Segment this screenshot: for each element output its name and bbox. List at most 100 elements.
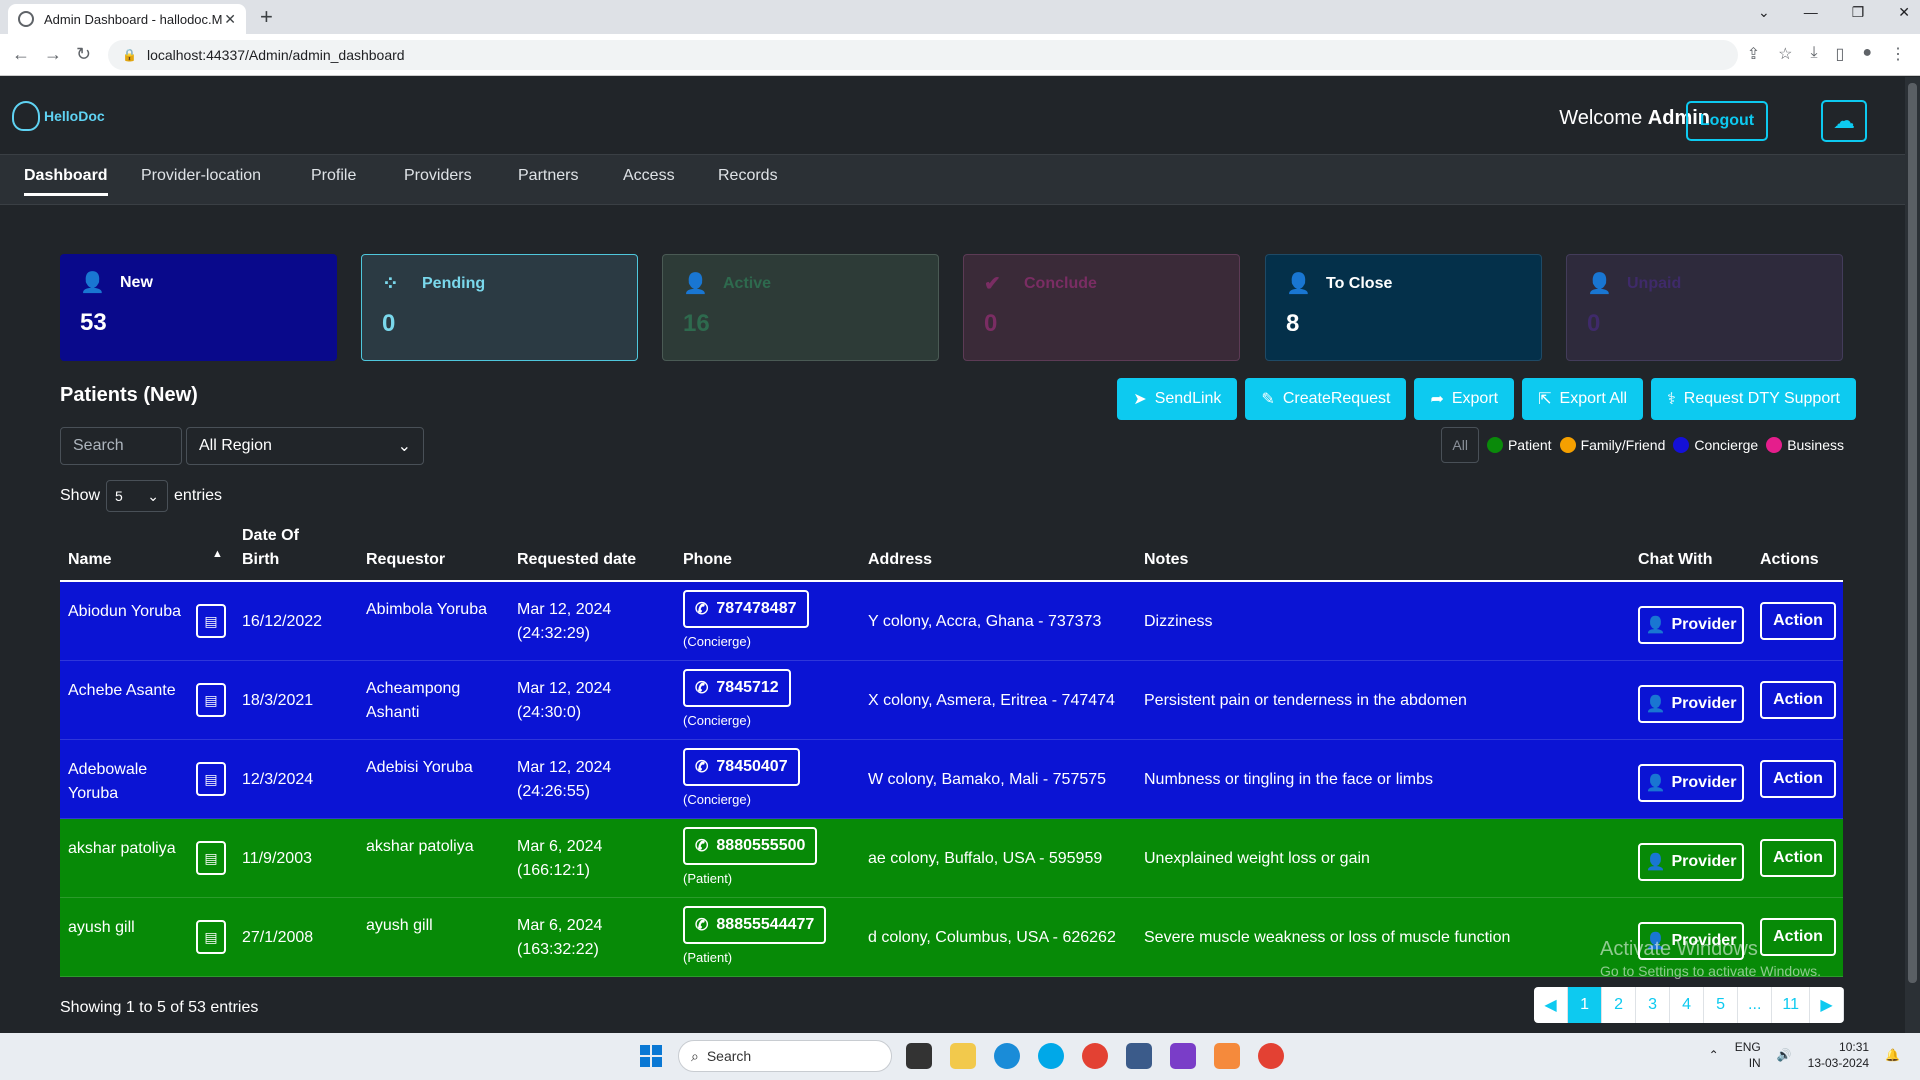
col-dob[interactable]: Date Of Birth — [242, 524, 322, 572]
export-button[interactable]: ➦ Export — [1414, 378, 1515, 420]
share-icon[interactable]: ⇪ — [1747, 44, 1760, 64]
table-row[interactable]: Abiodun Yoruba ▤ 16/12/2022 Abimbola Yor… — [60, 582, 1843, 661]
chrome-icon[interactable] — [1082, 1043, 1108, 1069]
close-window-button[interactable]: ✕ — [1898, 4, 1910, 21]
action-button[interactable]: Action — [1760, 839, 1836, 877]
phone-button[interactable]: ✆ 787478487 — [683, 590, 809, 628]
nav-access[interactable]: Access — [623, 167, 675, 185]
star-icon[interactable]: ☆ — [1778, 44, 1792, 64]
lock-icon[interactable]: 🔒 — [122, 48, 137, 62]
document-button[interactable]: ▤ — [196, 841, 226, 875]
page-5[interactable]: 5 — [1704, 987, 1739, 1023]
pgadmin-icon[interactable] — [1126, 1043, 1152, 1069]
action-button[interactable]: Action — [1760, 760, 1836, 798]
chat-provider-button[interactable]: 👤 Provider — [1638, 606, 1744, 644]
media-player-icon[interactable] — [1214, 1043, 1240, 1069]
tab-list-icon[interactable]: ⌄ — [1758, 4, 1770, 21]
table-row[interactable]: Adebowale Yoruba ▤ 12/3/2024 Adebisi Yor… — [60, 740, 1843, 819]
phone-button[interactable]: ✆ 88855544477 — [683, 906, 827, 944]
nav-profile[interactable]: Profile — [311, 167, 356, 185]
create-request-button[interactable]: ✎ CreateRequest — [1245, 378, 1407, 420]
new-tab-button[interactable]: + — [260, 4, 273, 30]
chat-provider-button[interactable]: 👤 Provider — [1638, 764, 1744, 802]
send-link-button[interactable]: ➤ SendLink — [1117, 378, 1238, 420]
page-2[interactable]: 2 — [1602, 987, 1637, 1023]
document-button[interactable]: ▤ — [196, 683, 226, 717]
filter-patient[interactable]: Patient — [1486, 437, 1552, 453]
page-11[interactable]: 11 — [1772, 987, 1810, 1023]
phone-button[interactable]: ✆ 78450407 — [683, 748, 800, 786]
status-card-unpaid[interactable]: 👤 Unpaid 0 — [1566, 254, 1843, 361]
prev-page-button[interactable]: ◀ — [1534, 987, 1569, 1023]
profile-icon[interactable]: ● — [1862, 44, 1872, 64]
status-card-active[interactable]: 👤 Active 16 — [662, 254, 939, 361]
col-name[interactable]: Name — [68, 548, 112, 572]
back-icon[interactable]: ← — [12, 44, 30, 65]
start-button[interactable] — [640, 1045, 662, 1067]
col-requested-date[interactable]: Requested date — [517, 548, 636, 572]
table-row[interactable]: ayush gill ▤ 27/1/2008 ayush gill Mar 6,… — [60, 898, 1843, 977]
forward-icon[interactable]: → — [44, 44, 62, 65]
filter-business[interactable]: Business — [1766, 437, 1844, 453]
next-page-button[interactable]: ▶ — [1810, 987, 1844, 1023]
table-row[interactable]: akshar patoliya ▤ 11/9/2003 akshar patol… — [60, 819, 1843, 898]
col-address[interactable]: Address — [868, 548, 932, 572]
restore-button[interactable]: ❐ — [1852, 4, 1865, 21]
network-volume-icon[interactable]: 🔊 — [1777, 1048, 1792, 1062]
theme-toggle-button[interactable]: ☁ — [1821, 100, 1867, 142]
sidebar-icon[interactable]: ▯ — [1836, 44, 1845, 64]
document-button[interactable]: ▤ — [196, 920, 226, 954]
filter-all-button[interactable]: All — [1441, 427, 1479, 463]
clock[interactable]: 10:31 13-03-2024 — [1808, 1039, 1869, 1071]
filter-concierge[interactable]: Concierge — [1673, 437, 1758, 453]
reload-icon[interactable]: ↻ — [76, 44, 91, 65]
logout-button[interactable]: Logout — [1686, 101, 1768, 141]
request-dty-support-button[interactable]: ⚕ Request DTY Support — [1651, 378, 1856, 420]
menu-icon[interactable]: ⋮ — [1890, 44, 1906, 64]
file-explorer-icon[interactable] — [950, 1043, 976, 1069]
document-button[interactable]: ▤ — [196, 604, 226, 638]
nav-partners[interactable]: Partners — [518, 167, 578, 185]
page-1[interactable]: 1 — [1568, 987, 1603, 1023]
close-tab-icon[interactable]: ✕ — [224, 11, 236, 28]
col-chat-with[interactable]: Chat With — [1638, 548, 1713, 572]
nav-dashboard[interactable]: Dashboard — [24, 167, 108, 196]
phone-button[interactable]: ✆ 7845712 — [683, 669, 791, 707]
action-button[interactable]: Action — [1760, 602, 1836, 640]
download-icon[interactable]: ⤓ — [1810, 44, 1817, 64]
nav-records[interactable]: Records — [718, 167, 778, 185]
search-input[interactable]: Search — [60, 427, 182, 465]
visual-studio-icon[interactable] — [1170, 1043, 1196, 1069]
status-card-pending[interactable]: ⁘ Pending 0 — [361, 254, 638, 361]
chevron-up-icon[interactable]: ⌃ — [1709, 1048, 1719, 1062]
logo[interactable]: HelloDoc — [12, 101, 105, 131]
action-button[interactable]: Action — [1760, 681, 1836, 719]
edge-icon[interactable] — [994, 1043, 1020, 1069]
nav-providers[interactable]: Providers — [404, 167, 472, 185]
browser-tab[interactable]: Admin Dashboard - hallodoc.M ✕ — [8, 4, 246, 34]
table-row[interactable]: Achebe Asante ▤ 18/3/2021 Acheampong Ash… — [60, 661, 1843, 740]
task-view-icon[interactable] — [906, 1043, 932, 1069]
page-4[interactable]: 4 — [1670, 987, 1705, 1023]
chrome-active-icon[interactable] — [1258, 1043, 1284, 1069]
minimize-button[interactable]: — — [1804, 4, 1818, 21]
url-field[interactable]: 🔒 localhost:44337/Admin/admin_dashboard — [108, 40, 1738, 70]
page-3[interactable]: 3 — [1636, 987, 1671, 1023]
notification-bell-icon[interactable]: 🔔 — [1885, 1048, 1900, 1062]
filter-family-friend[interactable]: Family/Friend — [1559, 437, 1665, 453]
nav-provider-location[interactable]: Provider-location — [141, 167, 261, 185]
col-actions[interactable]: Actions — [1760, 548, 1819, 572]
document-button[interactable]: ▤ — [196, 762, 226, 796]
col-notes[interactable]: Notes — [1144, 548, 1188, 572]
phone-button[interactable]: ✆ 8880555500 — [683, 827, 818, 865]
export-all-button[interactable]: ⇱ Export All — [1522, 378, 1644, 420]
col-requestor[interactable]: Requestor — [366, 548, 445, 572]
col-phone[interactable]: Phone — [683, 548, 732, 572]
page-scrollbar[interactable] — [1905, 77, 1920, 1033]
taskbar-search[interactable]: ⌕ Search — [678, 1040, 892, 1072]
skype-icon[interactable] — [1038, 1043, 1064, 1069]
language-indicator[interactable]: ENG IN — [1735, 1039, 1761, 1071]
status-card-new[interactable]: 👤 New 53 — [60, 254, 337, 361]
status-card-to-close[interactable]: 👤 To Close 8 — [1265, 254, 1542, 361]
status-card-conclude[interactable]: ✔ Conclude 0 — [963, 254, 1240, 361]
